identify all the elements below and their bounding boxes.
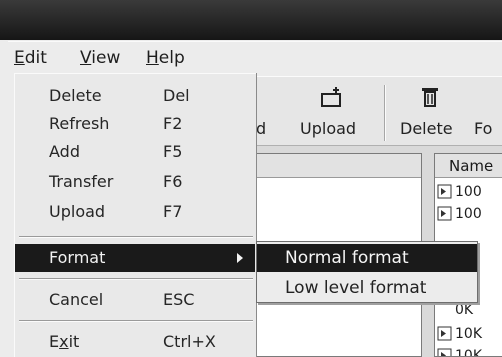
menu-item-add[interactable]: Add F5: [15, 138, 255, 166]
menu-edit-mnemonic: E: [14, 48, 25, 68]
menu-item-label: Add: [49, 142, 80, 161]
menu-item-refresh[interactable]: Refresh F2: [15, 110, 255, 138]
menu-separator: [19, 278, 253, 280]
menu-help-rest: elp: [158, 48, 185, 68]
menu-item-cancel[interactable]: Cancel ESC: [15, 286, 255, 314]
submenu-item-low-level-format[interactable]: Low level format: [257, 274, 477, 302]
menu-bar: Edit View Help: [8, 41, 502, 73]
format-button-label[interactable]: Fo: [474, 119, 492, 138]
file-icon: [437, 326, 452, 341]
toolbar-separator: [384, 85, 386, 141]
menu-edit[interactable]: Edit: [14, 48, 47, 68]
file-row-size: 10K: [455, 348, 482, 357]
delete-icon: [422, 88, 438, 107]
menu-item-shortcut: F6: [163, 172, 183, 191]
menu-item-shortcut: F5: [163, 142, 183, 161]
menu-item-transfer[interactable]: Transfer F6: [15, 168, 255, 196]
menu-item-shortcut: Del: [163, 86, 190, 105]
file-row-size: 100: [455, 184, 482, 200]
format-submenu: Normal format Low level format: [256, 241, 478, 303]
menu-item-label: Transfer: [49, 172, 114, 191]
menu-view-mnemonic: V: [80, 48, 92, 68]
menu-item-label: Format: [49, 248, 106, 267]
edit-menu: Delete Del Refresh F2 Add F5 Transfer F6…: [14, 73, 256, 357]
submenu-arrow-icon: [237, 253, 243, 263]
menu-item-format[interactable]: Format: [15, 244, 255, 272]
menu-item-label: Refresh: [49, 114, 110, 133]
menu-item-shortcut: F7: [163, 202, 183, 221]
menu-item-shortcut: F2: [163, 114, 183, 133]
menu-separator: [19, 320, 253, 322]
menu-separator: [19, 236, 253, 238]
menu-item-label: Delete: [49, 86, 102, 105]
menu-help[interactable]: Help: [146, 48, 185, 68]
menu-item-label: Exit: [49, 332, 80, 351]
submenu-item-normal-format[interactable]: Normal format: [257, 244, 477, 272]
submenu-item-label: Low level format: [285, 278, 427, 298]
menu-item-shortcut: Ctrl+X: [163, 332, 216, 351]
download-button-label[interactable]: d: [256, 119, 266, 138]
folder-panel-header: [257, 154, 421, 178]
upload-icon: [321, 87, 341, 107]
delete-button-label: Delete: [400, 119, 453, 138]
menu-help-mnemonic: H: [146, 48, 159, 68]
menu-view-rest: iew: [91, 48, 121, 68]
menu-item-shortcut: ESC: [163, 290, 195, 309]
title-bar: [0, 0, 502, 40]
menu-item-label: Cancel: [49, 290, 104, 309]
submenu-item-label: Normal format: [285, 248, 409, 268]
toolbar: d Upload Delete Fo: [256, 76, 502, 146]
menu-item-delete[interactable]: Delete Del: [15, 82, 255, 110]
upload-button-label: Upload: [300, 119, 357, 138]
file-row-size: 100: [455, 206, 482, 222]
menu-item-label: Upload: [49, 202, 106, 221]
menu-edit-rest: dit: [24, 48, 47, 68]
file-icon: [437, 348, 452, 356]
file-icon: [437, 184, 452, 199]
file-row-size: 10K: [455, 326, 482, 342]
name-column-header[interactable]: Name: [435, 154, 502, 178]
menu-item-upload[interactable]: Upload F7: [15, 198, 255, 226]
menu-view[interactable]: View: [80, 48, 120, 68]
file-row-size: 0K: [455, 302, 474, 318]
exit-mnemonic: x: [59, 332, 69, 351]
file-icon: [437, 206, 452, 221]
menu-item-exit[interactable]: Exit Ctrl+X: [15, 328, 255, 356]
